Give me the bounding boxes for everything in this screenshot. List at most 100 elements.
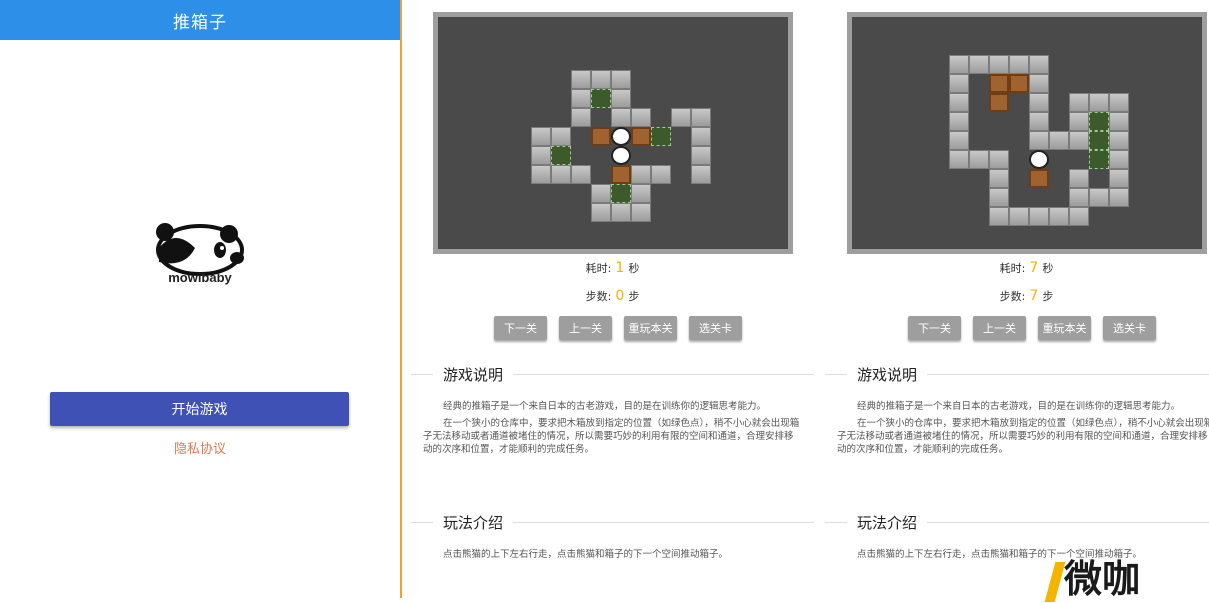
goal-spot [651, 127, 671, 146]
game-board[interactable] [433, 12, 793, 254]
goal-spot [1089, 112, 1109, 131]
wall-tile [1069, 131, 1089, 150]
control-buttons: 下一关 上一关 重玩本关 选关卡 [494, 316, 742, 340]
wall-tile [671, 108, 691, 127]
home-screen: 推箱子 mowibaby 开始游戏 隐私协议 [0, 0, 402, 598]
panda-player-icon [611, 127, 631, 146]
logo-text: mowibaby [168, 270, 232, 285]
time-unit: 秒 [628, 262, 640, 275]
crate [1009, 74, 1029, 93]
time-unit: 秒 [1042, 262, 1054, 275]
time-value: 7 [1029, 260, 1039, 276]
time-stat: 耗时: 1 秒 [411, 260, 814, 276]
wall-tile [1089, 93, 1109, 112]
replay-button[interactable]: 重玩本关 [624, 316, 677, 340]
wall-tile [1109, 150, 1129, 169]
intro-section: 游戏说明 经典的推箱子是一个来自日本的古老游戏，目的是在训练你的逻辑思考能力。 … [411, 362, 814, 456]
next-level-button[interactable]: 下一关 [494, 316, 547, 340]
howto-paragraph: 点击熊猫的上下左右行走，点击熊猫和箱子的下一个空间推动箱子。 [443, 549, 729, 560]
wall-tile [651, 165, 671, 184]
prev-level-button[interactable]: 上一关 [559, 316, 612, 340]
crate [611, 165, 631, 184]
wall-tile [631, 184, 651, 203]
wall-tile [989, 55, 1009, 74]
privacy-link[interactable]: 隐私协议 [0, 438, 400, 457]
wall-tile [631, 203, 651, 222]
wall-tile [949, 112, 969, 131]
wall-tile [611, 70, 631, 89]
wall-tile [1009, 55, 1029, 74]
steps-label: 步数: [999, 290, 1026, 303]
wall-tile [949, 55, 969, 74]
wall-tile [691, 165, 711, 184]
watermark-logo: 微咖 [1044, 548, 1141, 603]
app-bar: 推箱子 [0, 0, 400, 40]
goal-spot [1089, 131, 1109, 150]
crate [591, 127, 611, 146]
goal-spot [1089, 150, 1109, 169]
wall-tile [551, 127, 571, 146]
game-board[interactable] [847, 12, 1207, 254]
next-level-button[interactable]: 下一关 [908, 316, 961, 340]
panda-player-icon [1029, 150, 1049, 169]
section-title: 游戏说明 [847, 364, 928, 385]
wall-tile [591, 70, 611, 89]
wall-tile [691, 127, 711, 146]
panda-player-icon [611, 146, 631, 165]
steps-unit: 步 [1042, 290, 1054, 303]
howto-section: 玩法介绍 点击熊猫的上下左右行走，点击熊猫和箱子的下一个空间推动箱子。 [411, 510, 814, 561]
replay-button[interactable]: 重玩本关 [1038, 316, 1091, 340]
wall-tile [949, 150, 969, 169]
wall-tile [969, 55, 989, 74]
wall-tile [1089, 188, 1109, 207]
wall-tile [949, 74, 969, 93]
goal-spot [591, 89, 611, 108]
wall-tile [989, 150, 1009, 169]
wall-tile [1029, 55, 1049, 74]
wall-tile [691, 108, 711, 127]
steps-unit: 步 [628, 290, 640, 303]
wall-tile [1069, 169, 1089, 188]
wall-tile [1109, 169, 1129, 188]
time-label: 耗时: [999, 262, 1026, 275]
prev-level-button[interactable]: 上一关 [973, 316, 1026, 340]
wall-tile [571, 89, 591, 108]
wall-tile [571, 108, 591, 127]
wall-tile [691, 146, 711, 165]
wall-tile [1009, 207, 1029, 226]
wall-tile [989, 188, 1009, 207]
select-level-button[interactable]: 选关卡 [1103, 316, 1156, 340]
steps-stat: 步数: 7 步 [825, 288, 1209, 304]
howto-section: 玩法介绍 点击熊猫的上下左右行走，点击熊猫和箱子的下一个空间推动箱子。 [825, 510, 1209, 561]
wall-tile [591, 203, 611, 222]
watermark-text: 微咖 [1064, 557, 1141, 601]
wall-tile [1049, 207, 1069, 226]
select-level-button[interactable]: 选关卡 [689, 316, 742, 340]
crate [1029, 169, 1049, 188]
time-stat: 耗时: 7 秒 [825, 260, 1209, 276]
wall-tile [531, 165, 551, 184]
steps-label: 步数: [585, 290, 612, 303]
wall-tile [591, 184, 611, 203]
time-label: 耗时: [585, 262, 612, 275]
intro-paragraph-1: 经典的推箱子是一个来自日本的古老游戏，目的是在训练你的逻辑思考能力。 [443, 401, 767, 412]
wall-tile [1109, 93, 1129, 112]
goal-spot [551, 146, 571, 165]
wall-tile [969, 150, 989, 169]
section-title: 玩法介绍 [433, 512, 514, 533]
wall-tile [1029, 93, 1049, 112]
start-game-button[interactable]: 开始游戏 [50, 392, 349, 426]
wall-tile [1069, 188, 1089, 207]
wall-tile [1109, 112, 1129, 131]
intro-section: 游戏说明 经典的推箱子是一个来自日本的古老游戏，目的是在训练你的逻辑思考能力。 … [825, 362, 1209, 456]
wall-tile [631, 165, 651, 184]
section-title: 玩法介绍 [847, 512, 928, 533]
time-value: 1 [615, 260, 625, 276]
game-panel-1: 耗时: 1 秒 步数: 0 步 下一关 上一关 重玩本关 选关卡 游戏说明 经典的推箱子… [411, 0, 814, 598]
intro-paragraph-2: 在一个狭小的仓库中，要求把木箱放到指定的位置（如绿色点），稍不小心就会出现箱子无… [423, 418, 800, 455]
wall-tile [1109, 188, 1129, 207]
intro-paragraph-2: 在一个狭小的仓库中，要求把木箱放到指定的位置（如绿色点），稍不小心就会出现箱子无… [837, 418, 1209, 455]
howto-paragraph: 点击熊猫的上下左右行走，点击熊猫和箱子的下一个空间推动箱子。 [857, 549, 1143, 560]
wall-tile [949, 93, 969, 112]
wall-tile [1029, 131, 1049, 150]
